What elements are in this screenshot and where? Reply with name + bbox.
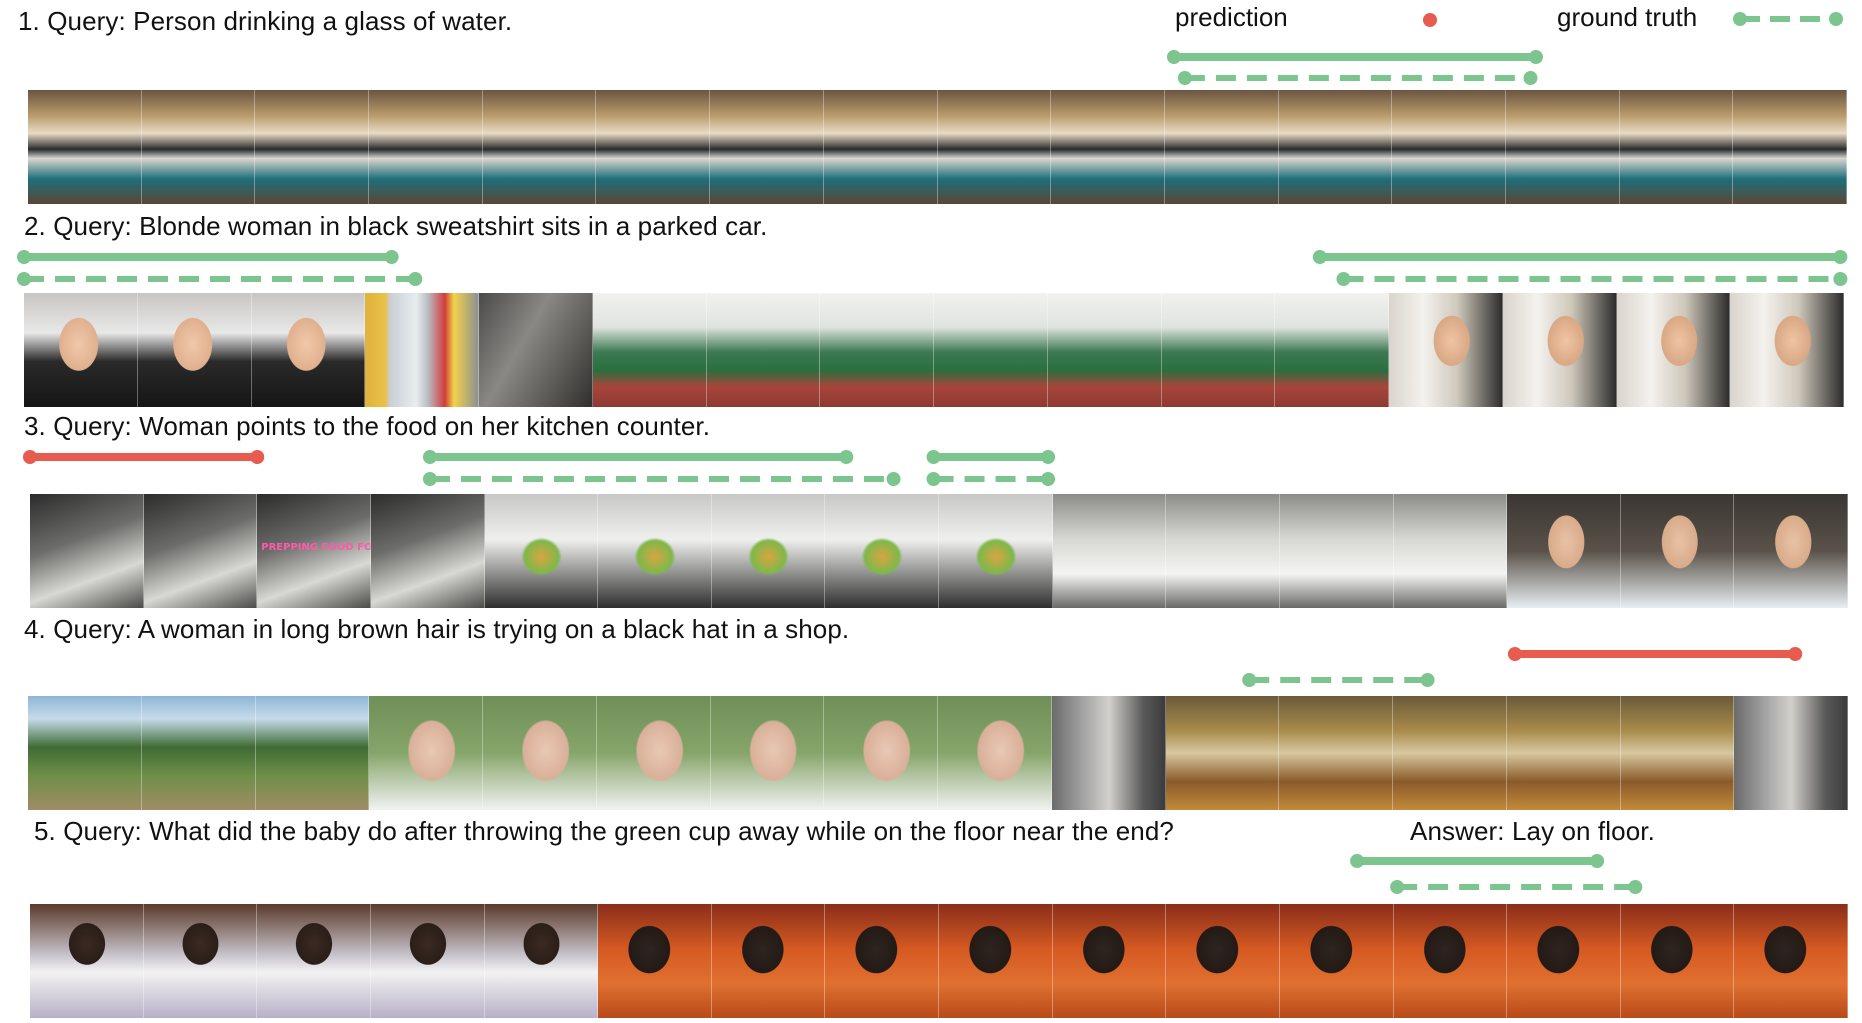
prediction-segment	[422, 450, 854, 464]
ground-truth-segment	[1336, 272, 1848, 286]
legend-ground-truth-swatch	[1733, 12, 1843, 26]
ground-truth-segment	[926, 472, 1056, 486]
prediction-segment	[1312, 250, 1848, 264]
prediction-segment	[1507, 647, 1803, 661]
prediction-segment	[17, 250, 399, 264]
timeline-overlay	[17, 12, 1848, 894]
ground-truth-segment	[1177, 71, 1538, 85]
ground-truth-segment	[17, 272, 423, 286]
prediction-segment	[1166, 50, 1543, 64]
prediction-segment	[23, 450, 265, 464]
ground-truth-segment	[1242, 673, 1435, 687]
prediction-segment	[1350, 854, 1605, 868]
prediction-segment	[926, 450, 1056, 464]
ground-truth-segment	[1390, 880, 1643, 894]
ground-truth-segment	[422, 472, 901, 486]
legend-prediction-swatch	[1321, 13, 1437, 27]
